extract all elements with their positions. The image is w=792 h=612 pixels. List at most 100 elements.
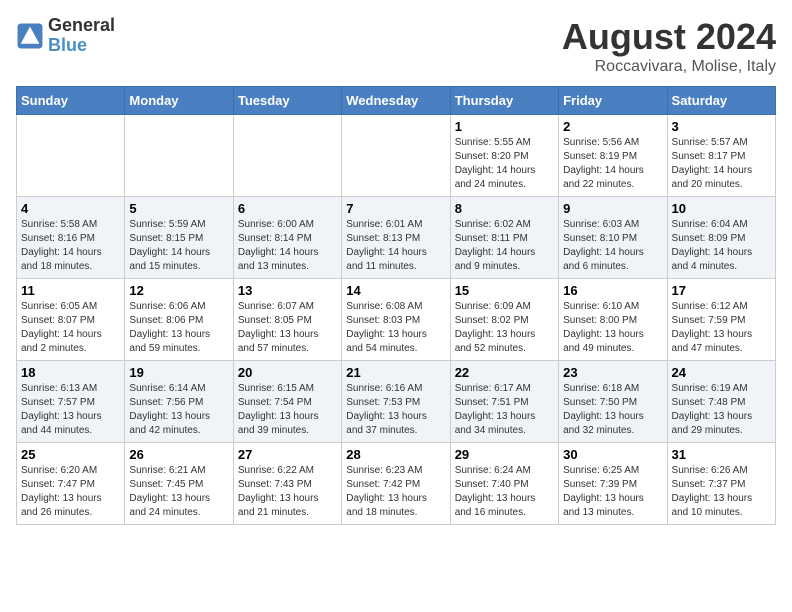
calendar-cell: 23Sunrise: 6:18 AM Sunset: 7:50 PM Dayli… (559, 361, 667, 443)
day-number: 28 (346, 447, 445, 462)
day-info: Sunrise: 6:26 AM Sunset: 7:37 PM Dayligh… (672, 464, 771, 520)
day-number: 26 (129, 447, 228, 462)
day-info: Sunrise: 5:55 AM Sunset: 8:20 PM Dayligh… (455, 136, 554, 192)
calendar-cell: 24 Sunrise: 6:19 AM Sunset: 7:48 PM Dayli… (667, 361, 775, 443)
day-info: Sunrise: 6:09 AM Sunset: 8:02 PM Dayligh… (455, 300, 554, 356)
day-info: Sunrise: 6:19 AM Sunset: 7:48 PM Dayligh… (672, 382, 771, 438)
day-info: Sunrise: 6:25 AM Sunset: 7:39 PM Dayligh… (563, 464, 662, 520)
day-info: Sunrise: 6:15 AM Sunset: 7:54 PM Dayligh… (238, 382, 337, 438)
logo-icon (16, 22, 44, 50)
day-number: 9 (563, 201, 662, 216)
calendar-cell: 15 Sunrise: 6:09 AM Sunset: 8:02 PM Dayli… (450, 279, 558, 361)
day-number: 18 (21, 365, 120, 380)
day-info: Sunrise: 6:07 AM Sunset: 8:05 PM Dayligh… (238, 300, 337, 356)
calendar-cell: 12 Sunrise: 6:06 AM Sunset: 8:06 PM Dayli… (125, 279, 233, 361)
day-number: 4 (21, 201, 120, 216)
day-number: 30 (563, 447, 662, 462)
day-number: 27 (238, 447, 337, 462)
day-info: Sunrise: 6:13 AM Sunset: 7:57 PM Dayligh… (21, 382, 120, 438)
calendar-cell: 27 Sunrise: 6:22 AM Sunset: 7:43 PM Dayli… (233, 443, 341, 525)
day-number: 12 (129, 283, 228, 298)
calendar-cell: 10Sunrise: 6:04 AM Sunset: 8:09 PM Dayli… (667, 197, 775, 279)
day-number: 2 (563, 119, 662, 134)
col-header-thursday: Thursday (450, 87, 558, 115)
day-number: 29 (455, 447, 554, 462)
calendar-cell: 26 Sunrise: 6:21 AM Sunset: 7:45 PM Dayli… (125, 443, 233, 525)
calendar-cell: 17Sunrise: 6:12 AM Sunset: 7:59 PM Dayli… (667, 279, 775, 361)
day-info: Sunrise: 6:03 AM Sunset: 8:10 PM Dayligh… (563, 218, 662, 274)
calendar-cell (125, 115, 233, 197)
day-number: 8 (455, 201, 554, 216)
calendar-cell: 1 Sunrise: 5:55 AM Sunset: 8:20 PM Daylig… (450, 115, 558, 197)
calendar-cell: 29 Sunrise: 6:24 AM Sunset: 7:40 PM Dayli… (450, 443, 558, 525)
day-info: Sunrise: 6:00 AM Sunset: 8:14 PM Dayligh… (238, 218, 337, 274)
day-info: Sunrise: 6:22 AM Sunset: 7:43 PM Dayligh… (238, 464, 337, 520)
day-number: 24 (672, 365, 771, 380)
week-row-1: 1 Sunrise: 5:55 AM Sunset: 8:20 PM Daylig… (17, 115, 776, 197)
day-number: 7 (346, 201, 445, 216)
day-info: Sunrise: 6:05 AM Sunset: 8:07 PM Dayligh… (21, 300, 120, 356)
day-info: Sunrise: 6:24 AM Sunset: 7:40 PM Dayligh… (455, 464, 554, 520)
calendar-cell: 8 Sunrise: 6:02 AM Sunset: 8:11 PM Daylig… (450, 197, 558, 279)
day-number: 3 (672, 119, 771, 134)
calendar-cell: 25Sunrise: 6:20 AM Sunset: 7:47 PM Dayli… (17, 443, 125, 525)
logo: General Blue (16, 16, 115, 56)
subtitle: Roccavivara, Molise, Italy (562, 58, 776, 76)
day-info: Sunrise: 6:02 AM Sunset: 8:11 PM Dayligh… (455, 218, 554, 274)
week-row-2: 4 Sunrise: 5:58 AM Sunset: 8:16 PM Daylig… (17, 197, 776, 279)
calendar-cell (342, 115, 450, 197)
day-number: 10 (672, 201, 771, 216)
day-info: Sunrise: 6:21 AM Sunset: 7:45 PM Dayligh… (129, 464, 228, 520)
day-info: Sunrise: 6:17 AM Sunset: 7:51 PM Dayligh… (455, 382, 554, 438)
col-header-tuesday: Tuesday (233, 87, 341, 115)
page-header: General Blue August 2024 Roccavivara, Mo… (16, 16, 776, 76)
calendar-cell: 22Sunrise: 6:17 AM Sunset: 7:51 PM Dayli… (450, 361, 558, 443)
day-number: 6 (238, 201, 337, 216)
day-info: Sunrise: 6:01 AM Sunset: 8:13 PM Dayligh… (346, 218, 445, 274)
day-number: 17 (672, 283, 771, 298)
day-number: 20 (238, 365, 337, 380)
day-number: 14 (346, 283, 445, 298)
calendar-cell: 4 Sunrise: 5:58 AM Sunset: 8:16 PM Daylig… (17, 197, 125, 279)
day-number: 1 (455, 119, 554, 134)
main-title: August 2024 (562, 16, 776, 58)
calendar-cell: 14 Sunrise: 6:08 AM Sunset: 8:03 PM Dayli… (342, 279, 450, 361)
day-number: 11 (21, 283, 120, 298)
calendar-cell: 7 Sunrise: 6:01 AM Sunset: 8:13 PM Daylig… (342, 197, 450, 279)
calendar-cell: 21 Sunrise: 6:16 AM Sunset: 7:53 PM Dayli… (342, 361, 450, 443)
day-info: Sunrise: 6:23 AM Sunset: 7:42 PM Dayligh… (346, 464, 445, 520)
calendar-cell: 19 Sunrise: 6:14 AM Sunset: 7:56 PM Dayli… (125, 361, 233, 443)
day-number: 15 (455, 283, 554, 298)
calendar-cell: 5Sunrise: 5:59 AM Sunset: 8:15 PM Daylig… (125, 197, 233, 279)
col-header-monday: Monday (125, 87, 233, 115)
title-block: August 2024 Roccavivara, Molise, Italy (562, 16, 776, 76)
calendar-cell: 16Sunrise: 6:10 AM Sunset: 8:00 PM Dayli… (559, 279, 667, 361)
day-info: Sunrise: 5:58 AM Sunset: 8:16 PM Dayligh… (21, 218, 120, 274)
day-number: 21 (346, 365, 445, 380)
col-header-sunday: Sunday (17, 87, 125, 115)
day-info: Sunrise: 5:57 AM Sunset: 8:17 PM Dayligh… (672, 136, 771, 192)
calendar-cell: 28 Sunrise: 6:23 AM Sunset: 7:42 PM Dayli… (342, 443, 450, 525)
day-info: Sunrise: 6:10 AM Sunset: 8:00 PM Dayligh… (563, 300, 662, 356)
calendar-cell: 30 Sunrise: 6:25 AM Sunset: 7:39 PM Dayli… (559, 443, 667, 525)
day-info: Sunrise: 6:16 AM Sunset: 7:53 PM Dayligh… (346, 382, 445, 438)
calendar-cell: 3 Sunrise: 5:57 AM Sunset: 8:17 PM Daylig… (667, 115, 775, 197)
week-row-5: 25Sunrise: 6:20 AM Sunset: 7:47 PM Dayli… (17, 443, 776, 525)
col-header-wednesday: Wednesday (342, 87, 450, 115)
calendar-header-row: SundayMondayTuesdayWednesdayThursdayFrid… (17, 87, 776, 115)
day-info: Sunrise: 6:08 AM Sunset: 8:03 PM Dayligh… (346, 300, 445, 356)
day-number: 25 (21, 447, 120, 462)
day-info: Sunrise: 5:56 AM Sunset: 8:19 PM Dayligh… (563, 136, 662, 192)
calendar-cell (17, 115, 125, 197)
day-info: Sunrise: 6:06 AM Sunset: 8:06 PM Dayligh… (129, 300, 228, 356)
logo-text: General Blue (48, 16, 115, 56)
day-number: 23 (563, 365, 662, 380)
calendar-cell: 6 Sunrise: 6:00 AM Sunset: 8:14 PM Daylig… (233, 197, 341, 279)
calendar-cell: 2 Sunrise: 5:56 AM Sunset: 8:19 PM Daylig… (559, 115, 667, 197)
day-info: Sunrise: 6:14 AM Sunset: 7:56 PM Dayligh… (129, 382, 228, 438)
calendar-cell: 20 Sunrise: 6:15 AM Sunset: 7:54 PM Dayli… (233, 361, 341, 443)
day-number: 19 (129, 365, 228, 380)
calendar-cell (233, 115, 341, 197)
calendar-cell: 9 Sunrise: 6:03 AM Sunset: 8:10 PM Daylig… (559, 197, 667, 279)
calendar-cell: 11 Sunrise: 6:05 AM Sunset: 8:07 PM Dayli… (17, 279, 125, 361)
